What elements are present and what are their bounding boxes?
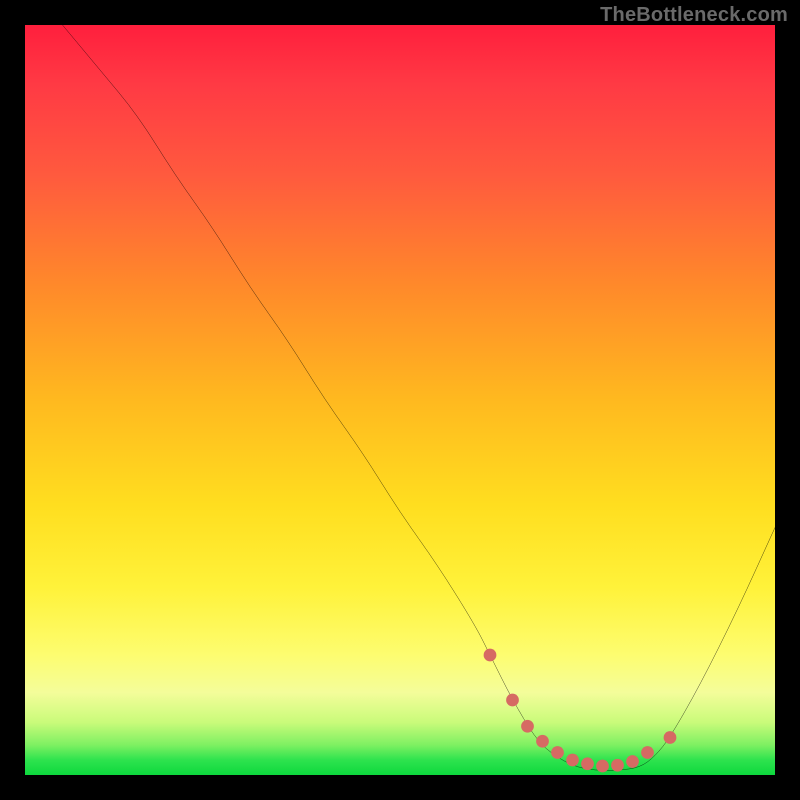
watermark-text: TheBottleneck.com — [600, 4, 788, 27]
marker-dot — [611, 759, 624, 772]
marker-dot — [506, 694, 519, 707]
marker-dot — [581, 757, 594, 770]
marker-dot — [596, 760, 609, 773]
marker-dot — [536, 735, 549, 748]
marker-dot — [566, 754, 579, 767]
bottleneck-curve — [63, 25, 776, 771]
curve-layer — [25, 25, 775, 775]
marker-dot — [521, 720, 534, 733]
marker-dot — [664, 731, 677, 744]
marker-dot — [626, 755, 639, 768]
chart-stage: TheBottleneck.com — [0, 0, 800, 800]
marker-dot — [641, 746, 654, 759]
marker-dot — [484, 649, 497, 662]
minimum-markers — [484, 649, 677, 773]
plot-area — [25, 25, 775, 775]
marker-dot — [551, 746, 564, 759]
